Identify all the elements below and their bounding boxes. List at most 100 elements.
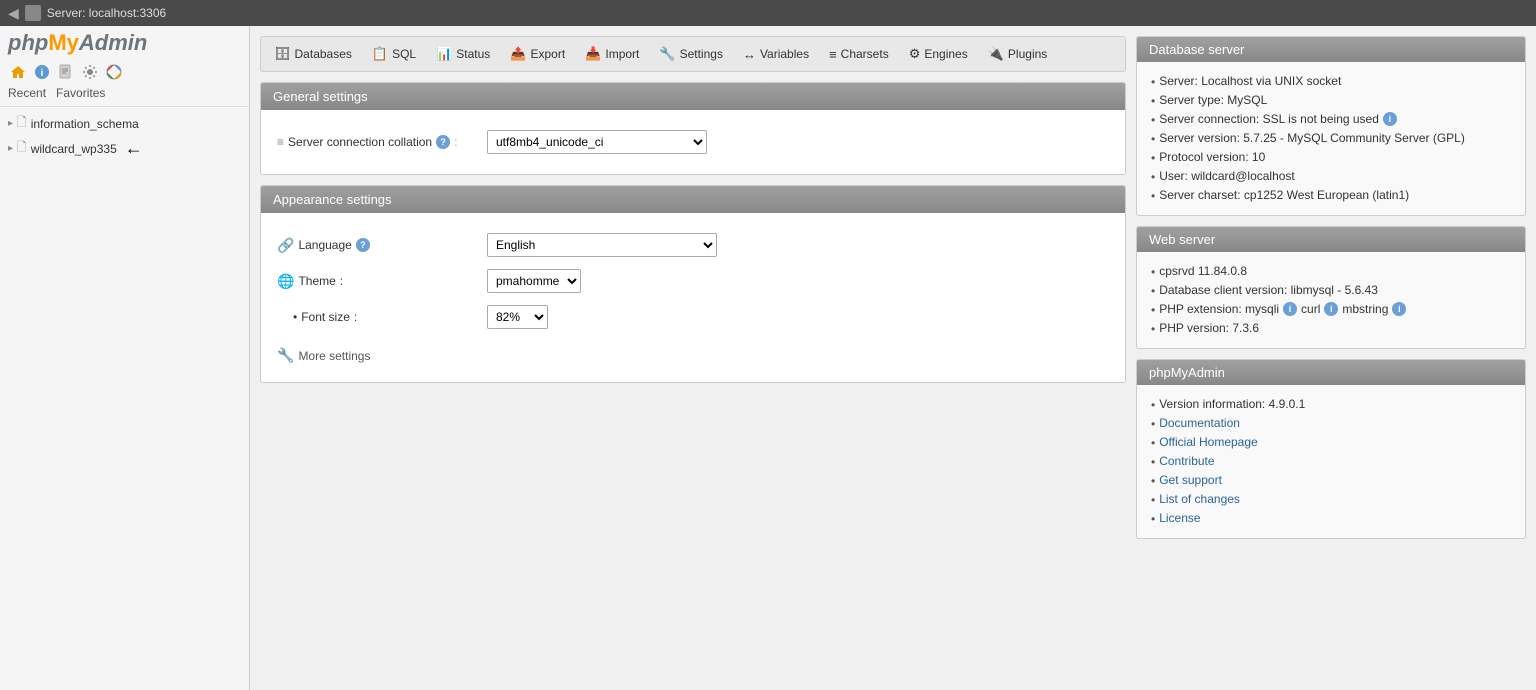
db-item-wildcard-wp335[interactable]: ▸ 🗋 wildcard_wp335 ← — [0, 136, 249, 161]
status-button[interactable]: 📊 Status — [427, 41, 499, 67]
variables-button[interactable]: ↔ Variables — [734, 42, 818, 67]
db-icon-2: 🗋 — [17, 138, 27, 159]
db-server-item-3: Server version: 5.7.25 - MySQL Community… — [1151, 129, 1511, 148]
phpmyadmin-version-text: Version information: 4.9.0.1 — [1159, 397, 1305, 411]
server-icon — [25, 5, 41, 21]
language-select[interactable]: English French German Spanish — [487, 233, 717, 257]
info-icon-btn[interactable]: i — [32, 62, 52, 82]
settings-icon-btn[interactable] — [80, 62, 100, 82]
db-server-item-text-1: Server type: MySQL — [1159, 93, 1267, 107]
more-settings-icon: 🔧 — [277, 347, 294, 364]
charsets-button[interactable]: ≡ Charsets — [820, 42, 898, 67]
import-button[interactable]: 📥 Import — [576, 41, 648, 67]
web-server-mbstring: mbstring — [1342, 302, 1388, 316]
content-area: 🗄 Databases 📋 SQL 📊 Status 📤 Export 📥 — [250, 26, 1536, 690]
export-button[interactable]: 📤 Export — [501, 41, 574, 67]
phpmyadmin-body: Version information: 4.9.0.1 Documentati… — [1137, 385, 1525, 538]
more-settings-label: More settings — [298, 349, 370, 363]
sidebar: phpMyAdmin i — [0, 26, 250, 690]
recent-link[interactable]: Recent — [8, 86, 46, 100]
home-icon-btn[interactable] — [8, 62, 28, 82]
db-server-panel: Database server Server: Localhost via UN… — [1136, 36, 1526, 216]
theme-icon-btn[interactable] — [104, 62, 124, 82]
page-icon-btn[interactable] — [56, 62, 76, 82]
database-list: ▸ 🗋 information_schema ▸ 🗋 wildcard_wp33… — [0, 107, 249, 690]
license-link[interactable]: License — [1159, 511, 1200, 525]
import-icon: 📥 — [585, 46, 601, 62]
language-info-icon[interactable]: ? — [356, 238, 370, 252]
db-server-item-4: Protocol version: 10 — [1151, 148, 1511, 167]
web-server-text-0: cpsrvd 11.84.0.8 — [1159, 264, 1247, 278]
db-expand-icon: ▸ — [8, 118, 13, 129]
phpmyadmin-link-support: Get support — [1151, 471, 1511, 490]
language-label: Language — [298, 238, 351, 252]
font-size-row: • Font size : 82% 100% 120% — [277, 299, 1109, 335]
db-expand-icon-2: ▸ — [8, 143, 13, 154]
sidebar-icon-bar: i — [0, 60, 249, 84]
status-icon: 📊 — [436, 46, 452, 62]
databases-button[interactable]: 🗄 Databases — [265, 41, 361, 67]
documentation-link[interactable]: Documentation — [1159, 416, 1240, 430]
phpmyadmin-link-license: License — [1151, 509, 1511, 528]
font-size-label-wrap: • Font size : — [277, 310, 477, 324]
collation-label: Server connection collation — [288, 135, 432, 149]
settings-icon — [82, 64, 98, 80]
web-server-header: Web server — [1137, 227, 1525, 252]
db-server-item-0: Server: Localhost via UNIX socket — [1151, 72, 1511, 91]
settings-button[interactable]: 🔧 Settings — [650, 41, 732, 67]
theme-label-wrap: 🌐 Theme : — [277, 273, 477, 290]
db-server-title: Database server — [1149, 42, 1244, 57]
favorites-link[interactable]: Favorites — [56, 86, 105, 100]
content-main: 🗄 Databases 📋 SQL 📊 Status 📤 Export 📥 — [260, 36, 1126, 680]
theme-select[interactable]: pmahomme original — [487, 269, 581, 293]
db-server-item-1: Server type: MySQL — [1151, 91, 1511, 110]
mysqli-info-icon[interactable]: i — [1283, 302, 1297, 316]
sql-button[interactable]: 📋 SQL — [363, 41, 425, 67]
ssl-info-icon[interactable]: i — [1383, 112, 1397, 126]
main-layout: phpMyAdmin i — [0, 26, 1536, 690]
phpmyadmin-list: Version information: 4.9.0.1 Documentati… — [1151, 395, 1511, 528]
sql-icon: 📋 — [372, 46, 388, 62]
get-support-link[interactable]: Get support — [1159, 473, 1222, 487]
appearance-settings-title: Appearance settings — [273, 192, 392, 207]
phpmyadmin-link-documentation: Documentation — [1151, 414, 1511, 433]
db-name-wildcard-wp335: wildcard_wp335 — [31, 142, 117, 156]
font-size-select[interactable]: 82% 100% 120% — [487, 305, 548, 329]
plugins-button[interactable]: 🔌 Plugins — [979, 41, 1057, 67]
theme-colon: : — [340, 274, 343, 288]
contribute-link[interactable]: Contribute — [1159, 454, 1214, 468]
web-server-list: cpsrvd 11.84.0.8 Database client version… — [1151, 262, 1511, 338]
server-label: Server: localhost:3306 — [47, 6, 166, 20]
collation-colon: : — [454, 135, 457, 149]
phpmyadmin-title: phpMyAdmin — [1149, 365, 1225, 380]
appearance-settings-panel: Appearance settings 🔗 Language ? English… — [260, 185, 1126, 383]
web-server-text-3: PHP version: 7.3.6 — [1159, 321, 1259, 335]
general-settings-title: General settings — [273, 89, 368, 104]
engines-icon: ⚙ — [909, 46, 921, 62]
collation-info-icon[interactable]: ? — [436, 135, 450, 149]
official-homepage-link[interactable]: Official Homepage — [1159, 435, 1258, 449]
mbstring-info-icon[interactable]: i — [1392, 302, 1406, 316]
more-settings-link[interactable]: 🔧 More settings — [277, 343, 1109, 368]
general-settings-header: General settings — [261, 83, 1125, 110]
theme-icon — [106, 64, 122, 80]
collapse-button[interactable]: ◀ — [8, 5, 19, 22]
db-item-information-schema[interactable]: ▸ 🗋 information_schema — [0, 111, 249, 136]
language-icon: 🔗 — [277, 237, 294, 254]
phpmyadmin-version: Version information: 4.9.0.1 — [1151, 395, 1511, 414]
list-of-changes-link[interactable]: List of changes — [1159, 492, 1240, 506]
font-size-bullet: • — [293, 310, 297, 324]
top-bar: ◀ Server: localhost:3306 — [0, 0, 1536, 26]
language-label-wrap: 🔗 Language ? — [277, 237, 477, 254]
collation-select[interactable]: utf8mb4_unicode_ci utf8_general_ci latin… — [487, 130, 707, 154]
collation-icon: ≡ — [277, 135, 284, 149]
web-server-text-2: PHP extension: mysqli — [1159, 302, 1279, 316]
engines-button[interactable]: ⚙ Engines — [900, 41, 977, 67]
export-icon: 📤 — [510, 46, 526, 62]
web-server-panel: Web server cpsrvd 11.84.0.8 Database cli… — [1136, 226, 1526, 349]
db-server-item-text-4: Protocol version: 10 — [1159, 150, 1265, 164]
curl-info-icon[interactable]: i — [1324, 302, 1338, 316]
web-server-item-3: PHP version: 7.3.6 — [1151, 319, 1511, 338]
db-server-item-6: Server charset: cp1252 West European (la… — [1151, 186, 1511, 205]
home-icon — [10, 64, 26, 80]
